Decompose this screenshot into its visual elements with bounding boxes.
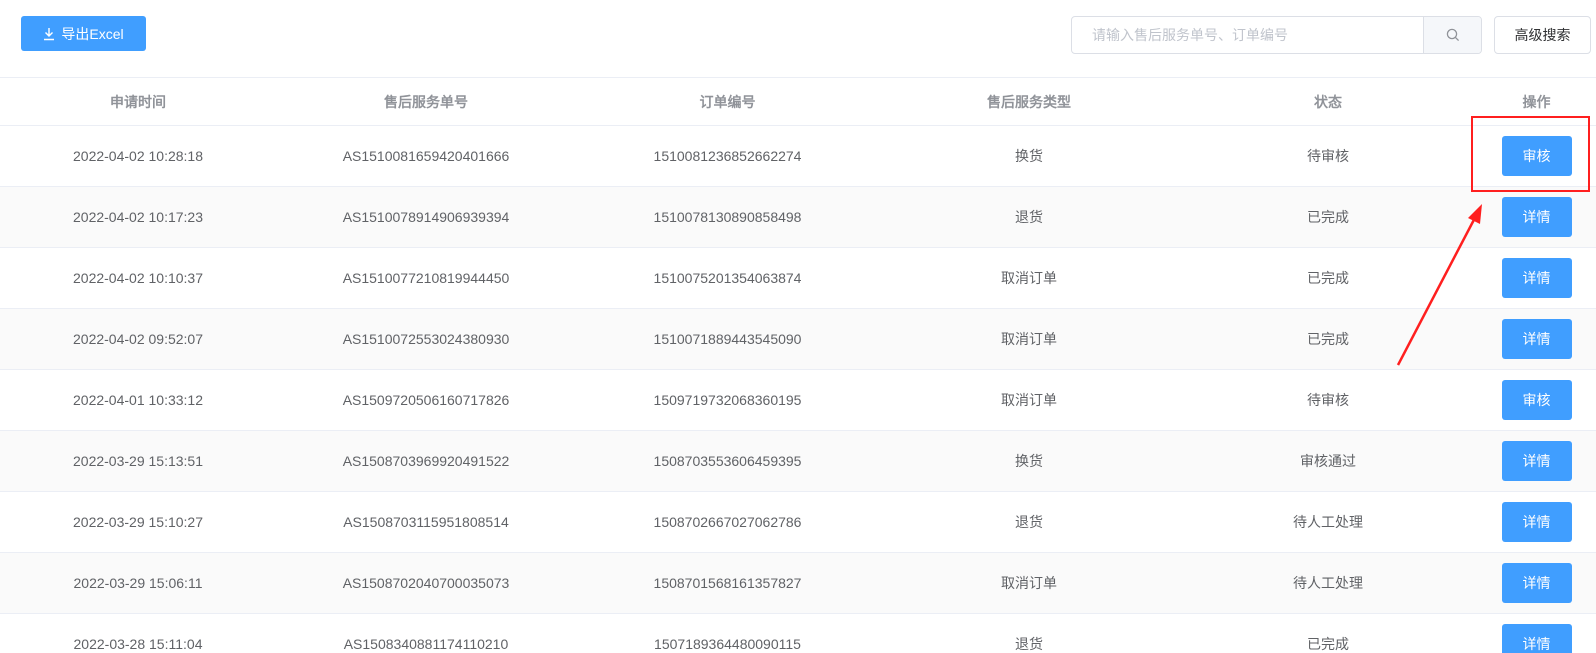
cell-order-no: 1510081236852662274 <box>653 148 802 164</box>
cell-status: 已完成 <box>1307 209 1349 225</box>
table-row: 2022-04-02 10:17:23 AS151007891490693939… <box>0 187 1596 248</box>
download-icon <box>44 27 55 40</box>
cell-action: 详情 <box>1477 319 1596 359</box>
cell-service-type: 取消订单 <box>1001 575 1057 591</box>
detail-button[interactable]: 详情 <box>1501 197 1572 237</box>
cell-order-no: 1509719732068360195 <box>653 392 802 408</box>
cell-apply-time: 2022-03-29 15:06:11 <box>73 575 203 591</box>
header-service-type: 售后服务类型 <box>987 93 1071 110</box>
cell-service-no: AS1510077210819944450 <box>342 270 510 286</box>
detail-button[interactable]: 详情 <box>1501 319 1572 359</box>
cell-status: 待人工处理 <box>1293 575 1363 591</box>
table-row: 2022-03-29 15:06:11 AS150870204070003507… <box>0 553 1596 614</box>
cell-service-type: 换货 <box>1015 148 1043 164</box>
cell-service-type: 取消订单 <box>1001 392 1057 408</box>
advanced-search-button[interactable]: 高级搜索 <box>1494 16 1591 54</box>
search-icon <box>1446 28 1459 42</box>
cell-service-type: 退货 <box>1015 209 1043 225</box>
cell-status: 审核通过 <box>1300 453 1356 469</box>
header-service-no: 售后服务单号 <box>384 93 468 110</box>
after-sales-table: 申请时间 售后服务单号 订单编号 售后服务类型 状态 操作 2022-04-02… <box>0 78 1596 653</box>
cell-order-no: 1508703553606459395 <box>653 453 802 469</box>
header-order-no: 订单编号 <box>699 93 756 110</box>
cell-order-no: 1508702667027062786 <box>653 514 802 530</box>
export-excel-label: 导出Excel <box>61 25 124 42</box>
detail-button[interactable]: 详情 <box>1501 441 1572 481</box>
cell-apply-time: 2022-03-28 15:11:04 <box>73 636 203 652</box>
cell-action: 详情 <box>1477 258 1596 298</box>
cell-status: 待人工处理 <box>1293 514 1363 530</box>
header-status: 状态 <box>1314 93 1342 110</box>
cell-action: 详情 <box>1477 441 1596 481</box>
cell-apply-time: 2022-04-02 09:52:07 <box>73 331 203 347</box>
cell-order-no: 1508701568161357827 <box>653 575 802 591</box>
table-row: 2022-04-02 10:28:18 AS151008165942040166… <box>0 126 1596 187</box>
detail-button[interactable]: 详情 <box>1501 258 1572 298</box>
cell-action: 审核 <box>1477 136 1596 176</box>
search-button[interactable] <box>1423 17 1481 53</box>
cell-service-no: AS1508340881174110210 <box>343 636 509 652</box>
table-row: 2022-03-29 15:10:27 AS150870311595180851… <box>0 492 1596 553</box>
cell-service-no: AS1508703115951808514 <box>343 514 509 530</box>
cell-action: 详情 <box>1477 197 1596 237</box>
cell-apply-time: 2022-04-02 10:28:18 <box>73 148 203 164</box>
cell-service-type: 退货 <box>1015 636 1043 652</box>
cell-order-no: 1507189364480090115 <box>654 636 801 652</box>
cell-status: 已完成 <box>1307 331 1349 347</box>
cell-action: 详情 <box>1477 624 1596 653</box>
toolbar: 导出Excel 高级搜索 <box>0 0 1596 78</box>
cell-order-no: 1510078130890858498 <box>653 209 802 225</box>
cell-apply-time: 2022-04-01 10:33:12 <box>73 392 203 408</box>
cell-action: 审核 <box>1477 380 1596 420</box>
export-excel-button[interactable]: 导出Excel <box>21 16 146 51</box>
cell-apply-time: 2022-03-29 15:13:51 <box>73 453 203 469</box>
table-row: 2022-04-02 10:10:37 AS151007721081994445… <box>0 248 1596 309</box>
cell-apply-time: 2022-04-02 10:17:23 <box>73 209 203 225</box>
cell-service-type: 取消订单 <box>1001 331 1057 347</box>
header-apply-time: 申请时间 <box>110 93 166 110</box>
cell-service-no: AS1509720506160717826 <box>342 392 510 408</box>
cell-service-no: AS1510072553024380930 <box>342 331 510 347</box>
cell-service-no: AS1508703969920491522 <box>342 453 510 469</box>
cell-action: 详情 <box>1477 502 1596 542</box>
cell-service-type: 取消订单 <box>1001 270 1057 286</box>
detail-button[interactable]: 详情 <box>1501 502 1572 542</box>
cell-service-no: AS1508702040700035073 <box>342 575 510 591</box>
review-button[interactable]: 审核 <box>1501 136 1572 176</box>
header-action: 操作 <box>1522 93 1551 110</box>
after-sales-list-page: 导出Excel 高级搜索 申请时间 售后服务单号 订单编号 售后服务类型 状态 … <box>0 0 1596 653</box>
cell-action: 详情 <box>1477 563 1596 603</box>
detail-button[interactable]: 详情 <box>1501 624 1572 653</box>
cell-service-type: 换货 <box>1015 453 1043 469</box>
cell-service-no: AS1510078914906939394 <box>342 209 510 225</box>
detail-button[interactable]: 详情 <box>1501 563 1572 603</box>
cell-status: 待审核 <box>1307 392 1349 408</box>
cell-order-no: 1510075201354063874 <box>653 270 802 286</box>
cell-status: 已完成 <box>1307 636 1349 652</box>
cell-service-type: 退货 <box>1015 514 1043 530</box>
table-header: 申请时间 售后服务单号 订单编号 售后服务类型 状态 操作 <box>0 78 1596 126</box>
table-row: 2022-04-02 09:52:07 AS151007255302438093… <box>0 309 1596 370</box>
search-box <box>1071 16 1482 54</box>
cell-service-no: AS1510081659420401666 <box>342 148 510 164</box>
cell-apply-time: 2022-03-29 15:10:27 <box>73 514 203 530</box>
search-input[interactable] <box>1072 17 1423 53</box>
cell-apply-time: 2022-04-02 10:10:37 <box>73 270 203 286</box>
review-button[interactable]: 审核 <box>1501 380 1572 420</box>
cell-status: 待审核 <box>1307 148 1349 164</box>
cell-order-no: 1510071889443545090 <box>653 331 802 347</box>
table-row: 2022-04-01 10:33:12 AS150972050616071782… <box>0 370 1596 431</box>
table-row: 2022-03-28 15:11:04 AS150834088117411021… <box>0 614 1596 653</box>
cell-status: 已完成 <box>1307 270 1349 286</box>
table-row: 2022-03-29 15:13:51 AS150870396992049152… <box>0 431 1596 492</box>
